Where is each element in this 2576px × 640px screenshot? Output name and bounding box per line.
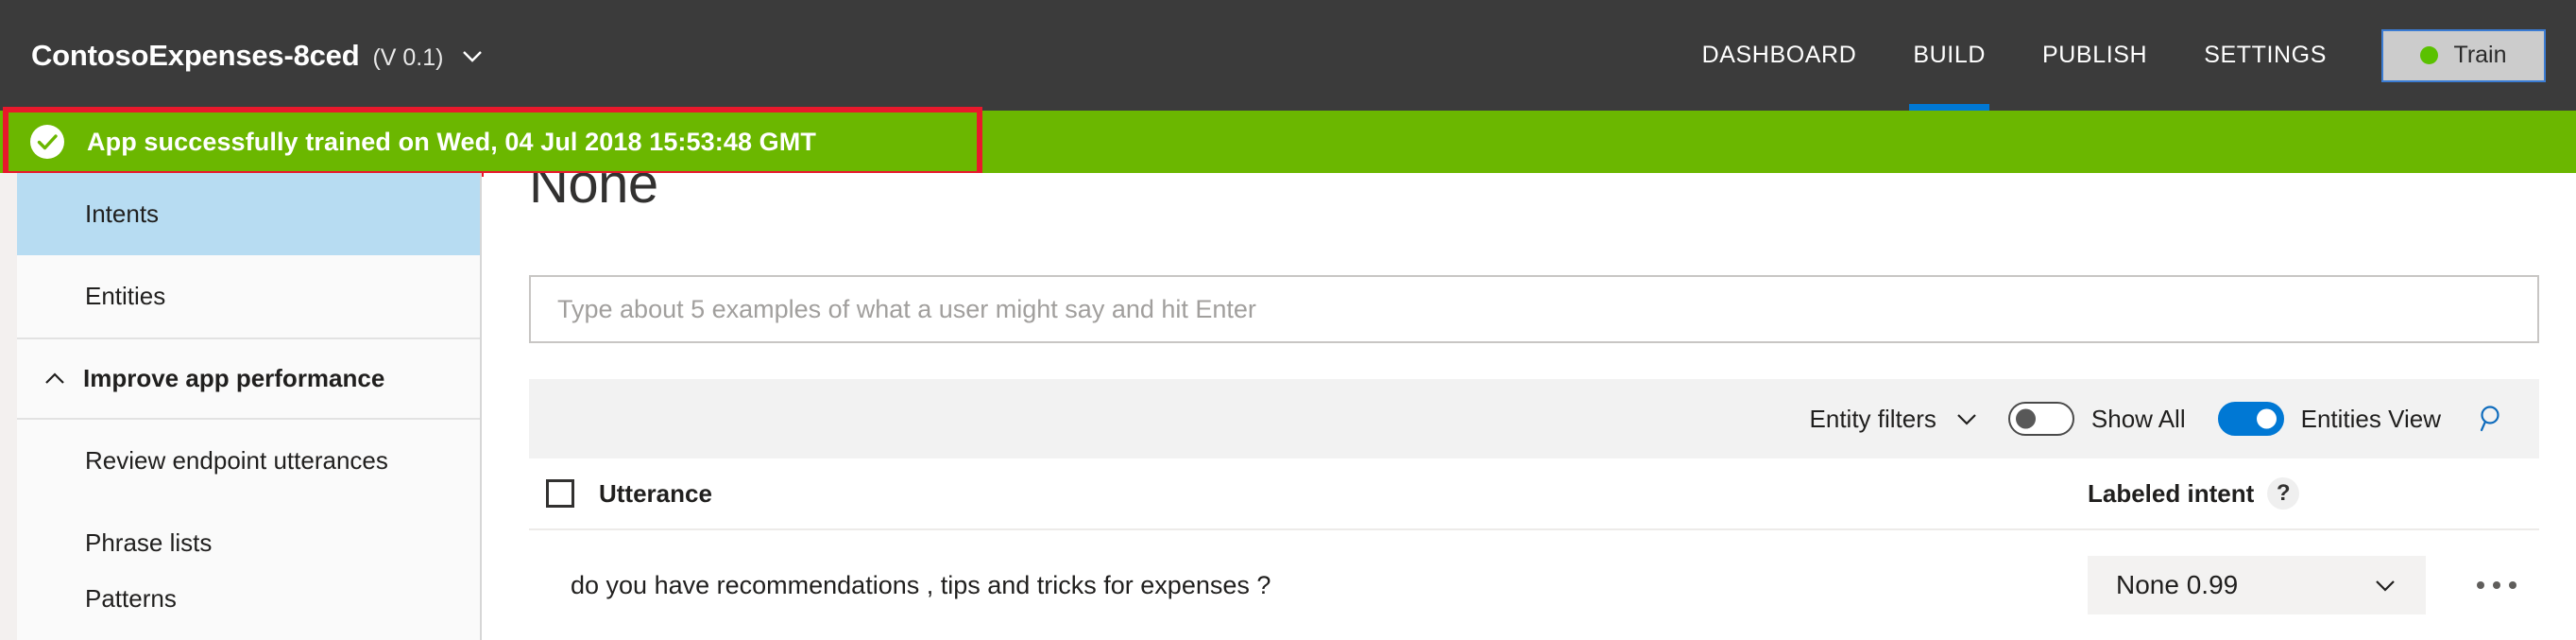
labeled-intent-dropdown[interactable]: None 0.99 xyxy=(2088,556,2426,614)
sidebar-item-review-endpoint-utterances[interactable]: Review endpoint utterances xyxy=(17,420,480,502)
table-header-row: Utterance Labeled intent ? xyxy=(529,458,2539,530)
train-status-dot-icon xyxy=(2420,46,2439,64)
filter-toolbar: Entity filters Show All Entities View xyxy=(529,379,2539,458)
banner-message: App successfully trained on Wed, 04 Jul … xyxy=(87,127,816,156)
training-success-banner: App successfully trained on Wed, 04 Jul … xyxy=(0,111,2576,173)
toggle-knob xyxy=(2256,408,2277,429)
ellipsis-dot xyxy=(2509,581,2516,589)
app-title-dropdown[interactable]: ContosoExpenses-8ced (V 0.1) xyxy=(31,39,486,73)
entities-view-toggle[interactable] xyxy=(2217,402,2284,436)
sidebar-item-phrase-lists[interactable]: Phrase lists xyxy=(17,502,480,584)
help-question-icon[interactable]: ? xyxy=(2267,477,2300,510)
chevron-up-icon xyxy=(42,366,68,392)
table-row[interactable]: do you have recommendations , tips and t… xyxy=(529,530,2539,640)
sidebar-item-entities[interactable]: Entities xyxy=(17,255,480,337)
entity-filters-label: Entity filters xyxy=(1809,404,1936,433)
train-button-label: Train xyxy=(2453,42,2507,68)
nav-tab-build-label: BUILD xyxy=(1913,42,1986,68)
sidebar-item-intents[interactable]: Intents xyxy=(17,173,480,255)
app-title: ContosoExpenses-8ced xyxy=(31,38,360,72)
utterance-input[interactable] xyxy=(529,275,2539,343)
top-navigation: DASHBOARD BUILD PUBLISH SETTINGS Train xyxy=(1674,0,2576,111)
row-actions: None 0.99 xyxy=(2088,556,2530,614)
column-header-labeled-intent-group: Labeled intent ? xyxy=(2088,477,2300,510)
top-header-bar: ContosoExpenses-8ced (V 0.1) DASHBOARD B… xyxy=(0,0,2576,111)
page-title: None xyxy=(529,173,658,215)
nav-tab-dashboard[interactable]: DASHBOARD xyxy=(1674,0,1885,111)
sidebar-item-label: Intents xyxy=(85,199,160,228)
train-button[interactable]: Train xyxy=(2381,28,2546,82)
sidebar-item-label: Phrase lists xyxy=(85,528,213,557)
show-all-label: Show All xyxy=(2090,404,2186,433)
check-circle-icon xyxy=(28,123,66,161)
sidebar-group-label: Improve app performance xyxy=(83,364,385,392)
column-header-labeled-intent: Labeled intent xyxy=(2088,478,2255,508)
luis-app-window: ContosoExpenses-8ced (V 0.1) DASHBOARD B… xyxy=(0,0,2576,640)
banner-content: App successfully trained on Wed, 04 Jul … xyxy=(28,123,816,161)
utterance-text: do you have recommendations , tips and t… xyxy=(571,570,1271,599)
ellipsis-icon[interactable] xyxy=(2464,572,2530,598)
show-all-toggle[interactable] xyxy=(2007,402,2074,436)
labeled-intent-value: None 0.99 xyxy=(2116,570,2239,599)
sidebar-item-label: Review endpoint utterances xyxy=(85,446,388,475)
toggle-knob xyxy=(2015,408,2036,429)
nav-active-underline xyxy=(1909,104,1989,111)
sidebar-nav-list: Intents Entities Improve app performance… xyxy=(17,173,480,626)
chevron-down-icon xyxy=(2371,571,2399,599)
left-sidebar: Intents Entities Improve app performance… xyxy=(0,173,482,640)
nav-tab-settings[interactable]: SETTINGS xyxy=(2175,0,2355,111)
sidebar-item-label: Entities xyxy=(85,282,166,310)
ellipsis-dot xyxy=(2493,581,2500,589)
chevron-down-icon xyxy=(458,42,486,70)
chevron-down-icon xyxy=(1953,406,1980,432)
search-icon[interactable] xyxy=(2477,403,2509,435)
sidebar-item-label: Patterns xyxy=(85,584,177,613)
nav-tab-settings-label: SETTINGS xyxy=(2204,42,2327,68)
app-version-label: (V 0.1) xyxy=(372,43,444,71)
sidebar-group-improve-app-performance[interactable]: Improve app performance xyxy=(17,337,480,420)
sidebar-scrollbar[interactable] xyxy=(0,173,17,640)
main-content: None Entity filters Show All Entities Vi… xyxy=(484,173,2576,640)
nav-tab-publish[interactable]: PUBLISH xyxy=(2014,0,2175,111)
nav-tab-publish-label: PUBLISH xyxy=(2042,42,2148,68)
sidebar-item-patterns[interactable]: Patterns xyxy=(17,584,480,626)
nav-tab-build[interactable]: BUILD xyxy=(1885,0,2014,111)
ellipsis-dot xyxy=(2477,581,2484,589)
entities-view-label: Entities View xyxy=(2300,404,2441,433)
select-all-checkbox[interactable] xyxy=(546,479,574,508)
column-header-utterance: Utterance xyxy=(599,478,712,508)
entity-filters-dropdown[interactable]: Entity filters xyxy=(1810,405,1980,434)
nav-tab-dashboard-label: DASHBOARD xyxy=(1701,42,1857,68)
